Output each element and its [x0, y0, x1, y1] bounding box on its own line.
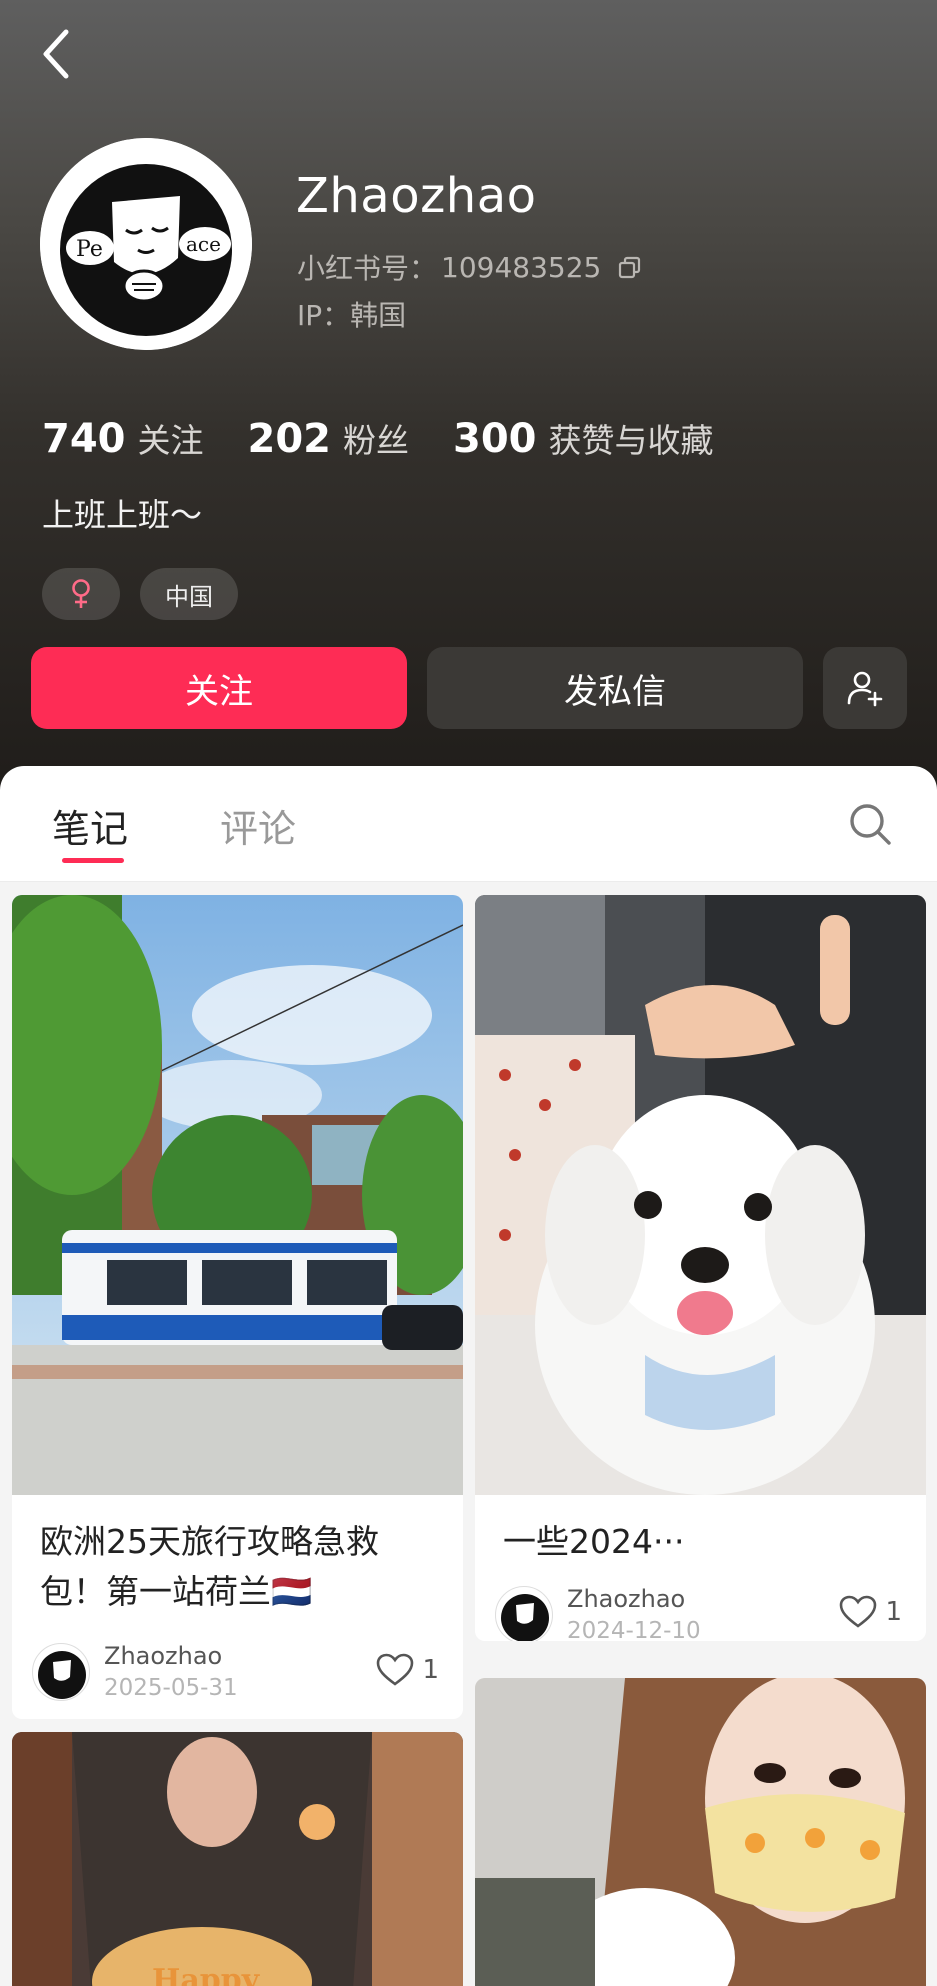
author-avatar	[495, 1586, 553, 1641]
stat-following-label: 关注	[137, 421, 204, 460]
note-card[interactable]: 一些2024··· Zhaozhao 2024-12-10 1	[475, 895, 926, 1641]
note-author[interactable]: Zhaozhao 2025-05-31	[32, 1640, 238, 1704]
female-icon	[72, 579, 90, 608]
stat-followers-count: 202	[247, 416, 332, 462]
note-date: 2024-12-10	[567, 1618, 701, 1641]
author-meta: Zhaozhao 2024-12-10	[567, 1583, 701, 1641]
note-title: 一些2024···	[503, 1517, 684, 1567]
message-button[interactable]: 发私信	[427, 647, 803, 729]
profile-page: Pe ace Zhaozhao 小红书号： 109483525 IP：韩国 74…	[0, 0, 937, 1986]
add-friend-button[interactable]	[823, 647, 907, 729]
gender-tag	[42, 568, 120, 620]
tab-comments[interactable]: 评论	[220, 798, 296, 853]
profile-id-row: 小红书号： 109483525	[297, 247, 643, 287]
profile-bio: 上班上班～	[42, 496, 203, 534]
avatar-illustration: Pe ace	[40, 138, 252, 350]
note-card[interactable]: 欧洲25天旅行攻略急救 包！第一站荷兰🇳🇱 Zhaozhao 2025-05-3…	[12, 895, 463, 1719]
note-author[interactable]: Zhaozhao 2024-12-10	[495, 1583, 701, 1641]
profile-stats: 740 关注 202 粉丝 300 获赞与收藏	[42, 414, 758, 462]
note-card[interactable]	[475, 1678, 926, 1986]
like-count: 1	[885, 1597, 902, 1627]
note-title-line: 欧洲25天旅行攻略急救	[40, 1522, 379, 1561]
profile-id-value: 109483525	[441, 250, 602, 284]
cake-text: Happy	[152, 1963, 261, 1986]
heart-icon	[840, 1595, 877, 1628]
chevron-left-icon	[43, 29, 69, 79]
avatar-text-right: ace	[186, 232, 221, 256]
profile-avatar[interactable]: Pe ace	[40, 138, 252, 350]
profile-nickname: Zhaozhao	[296, 168, 537, 224]
content-tabs: 笔记 评论	[0, 766, 937, 882]
search-button[interactable]	[846, 800, 894, 848]
note-cover-image: Happy	[12, 1732, 463, 1986]
note-title: 欧洲25天旅行攻略急救 包！第一站荷兰🇳🇱	[40, 1517, 379, 1617]
stat-following[interactable]: 740 关注	[42, 414, 204, 462]
stat-likes-count: 300	[453, 416, 537, 462]
profile-tags: 中国	[42, 568, 258, 620]
author-meta: Zhaozhao 2025-05-31	[104, 1640, 238, 1704]
copy-icon[interactable]	[617, 254, 643, 280]
tab-notes[interactable]: 笔记	[52, 798, 128, 853]
like-button[interactable]: 1	[376, 1653, 439, 1687]
stat-followers[interactable]: 202 粉丝	[248, 414, 410, 462]
note-title-line: 一些2024···	[503, 1522, 685, 1561]
heart-icon	[377, 1653, 414, 1686]
like-button[interactable]: 1	[839, 1595, 902, 1629]
back-button[interactable]	[36, 26, 80, 82]
stat-followers-label: 粉丝	[343, 421, 409, 460]
note-cover-image	[475, 1678, 926, 1986]
active-tab-indicator	[62, 858, 124, 863]
note-cover-image	[12, 895, 463, 1495]
author-avatar	[32, 1643, 90, 1701]
author-name: Zhaozhao	[104, 1642, 223, 1670]
like-count: 1	[422, 1655, 439, 1685]
note-cover-image	[475, 895, 926, 1495]
profile-header: Pe ace Zhaozhao 小红书号： 109483525 IP：韩国 74…	[0, 0, 937, 790]
stat-following-count: 740	[42, 416, 126, 462]
stat-likes-label: 获赞与收藏	[548, 421, 714, 460]
search-icon	[850, 804, 891, 845]
note-title-line: 包！第一站荷兰🇳🇱	[40, 1572, 313, 1611]
profile-ip-location: IP：韩国	[297, 299, 407, 332]
region-tag: 中国	[140, 568, 238, 620]
stat-likes-collects[interactable]: 300 获赞与收藏	[453, 414, 714, 462]
follow-button[interactable]: 关注	[31, 647, 407, 729]
note-card[interactable]: Happy	[12, 1732, 463, 1986]
note-date: 2025-05-31	[104, 1675, 238, 1701]
profile-id-label: 小红书号：	[297, 252, 438, 285]
author-name: Zhaozhao	[567, 1585, 686, 1613]
avatar-text-left: Pe	[76, 237, 103, 262]
add-user-icon	[847, 671, 883, 707]
